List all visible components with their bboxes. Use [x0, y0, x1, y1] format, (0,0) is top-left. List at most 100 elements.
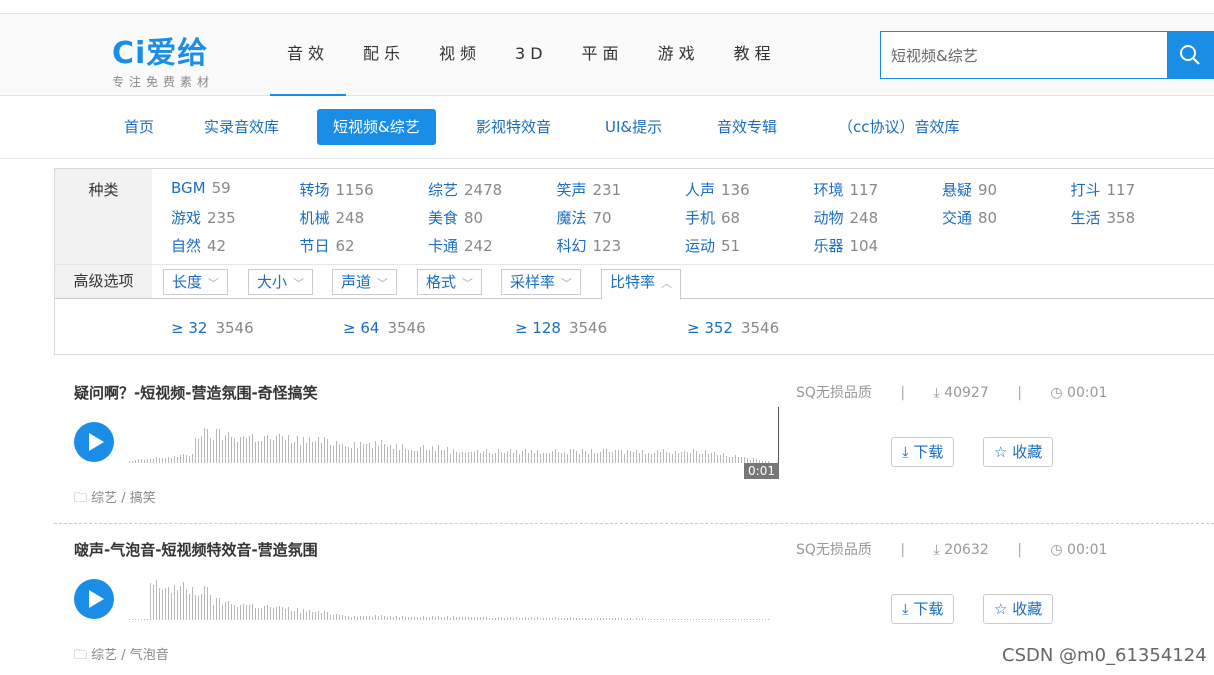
- waveform-bar: [150, 583, 151, 620]
- sample-rate-dropdown[interactable]: 采样率 ﹀: [501, 269, 582, 295]
- search-button[interactable]: [1167, 31, 1213, 79]
- download-button[interactable]: ⤓ 下载: [891, 594, 955, 624]
- waveform[interactable]: 0:01: [129, 407, 779, 479]
- play-button[interactable]: [74, 579, 114, 619]
- category-item[interactable]: 游戏 235: [171, 207, 236, 228]
- waveform-bar: [462, 452, 463, 463]
- bitrate-option-128[interactable]: ≥ 128 3546: [515, 319, 607, 337]
- duration: 00:01: [1067, 542, 1108, 558]
- sub-nav-cc-library[interactable]: （cc协议）音效库: [822, 109, 976, 145]
- bitrate-option-64[interactable]: ≥ 64 3546: [343, 319, 426, 337]
- waveform-bar: [279, 606, 280, 620]
- category-count: 80: [978, 209, 998, 227]
- format-dropdown[interactable]: 格式 ﹀: [417, 269, 483, 295]
- waveform-bar: [387, 617, 388, 620]
- waveform-bar: [456, 617, 457, 620]
- category-item[interactable]: 打斗 117: [1071, 179, 1136, 200]
- logo[interactable]: Ci爱给 专注免费素材: [112, 28, 214, 90]
- download-button[interactable]: ⤓ 下载: [891, 437, 955, 467]
- waveform-bar: [330, 445, 331, 463]
- waveform-bar: [552, 618, 553, 620]
- category-item[interactable]: 运动 51: [685, 235, 740, 256]
- bitrate-dropdown[interactable]: 比特率 ︿: [601, 269, 682, 300]
- category-item[interactable]: 生活 358: [1071, 207, 1136, 228]
- waveform-bar: [492, 454, 493, 463]
- category-item[interactable]: 机械 248: [300, 207, 365, 228]
- top-strip: [0, 0, 1214, 14]
- waveform-bar: [540, 454, 541, 463]
- sample-rate-dropdown-label: 采样率: [510, 273, 556, 291]
- waveform-bar: [384, 616, 385, 620]
- category-item[interactable]: 动物 248: [814, 207, 879, 228]
- waveform-bar: [342, 444, 343, 463]
- waveform-bar: [303, 609, 304, 620]
- category-item[interactable]: 转场 1156: [300, 179, 374, 200]
- category-item[interactable]: 乐器 104: [814, 235, 879, 256]
- category-item[interactable]: 自然 42: [171, 235, 226, 256]
- waveform-bar: [141, 459, 142, 463]
- waveform-bar: [663, 449, 664, 463]
- waveform-bar: [246, 438, 247, 463]
- sub-nav-field-recordings[interactable]: 实录音效库: [188, 109, 295, 145]
- waveform-bar: [570, 617, 571, 620]
- favorite-button[interactable]: ☆ 收藏: [983, 594, 1054, 624]
- main-nav-games[interactable]: 游戏: [641, 14, 717, 96]
- waveform-bar: [234, 605, 235, 620]
- length-dropdown[interactable]: 长度 ﹀: [163, 269, 229, 295]
- favorite-button[interactable]: ☆ 收藏: [983, 437, 1054, 467]
- waveform-bar: [495, 453, 496, 463]
- waveform-bar: [225, 435, 226, 463]
- track-tags[interactable]: 🗀 综艺 / 气泡音: [74, 644, 169, 668]
- category-item[interactable]: 节日 62: [300, 235, 355, 256]
- play-button[interactable]: [74, 422, 114, 462]
- waveform-bar: [288, 607, 289, 620]
- waveform-bar: [489, 618, 490, 620]
- sub-nav-ui-prompts[interactable]: UI&提示: [589, 109, 678, 145]
- category-item[interactable]: 手机 68: [685, 207, 740, 228]
- track-title[interactable]: 疑问啊？-短视频-营造氛围-奇怪搞笑: [74, 382, 318, 403]
- sub-nav-home[interactable]: 首页: [108, 109, 170, 145]
- search-input[interactable]: [881, 32, 1169, 78]
- track-title[interactable]: 啵声-气泡音-短视频特效音-营造氛围: [74, 539, 318, 560]
- size-dropdown[interactable]: 大小 ﹀: [248, 269, 314, 295]
- category-item[interactable]: 人声 136: [685, 179, 750, 200]
- category-item[interactable]: 笑声 231: [557, 179, 622, 200]
- main-nav-3d[interactable]: 3D: [498, 14, 565, 96]
- waveform-bar: [576, 451, 577, 463]
- main-nav-video[interactable]: 视频: [422, 14, 498, 96]
- waveform-bar: [675, 619, 676, 620]
- bitrate-option-32[interactable]: ≥ 32 3546: [171, 319, 254, 337]
- waveform-bar: [375, 441, 376, 463]
- category-item[interactable]: 魔法 70: [557, 207, 612, 228]
- category-item[interactable]: 环境 117: [814, 179, 879, 200]
- category-item[interactable]: 综艺 2478: [428, 179, 502, 200]
- waveform-bar: [573, 618, 574, 620]
- bitrate-option-352[interactable]: ≥ 352 3546: [687, 319, 779, 337]
- main-nav-sound-effects[interactable]: 音效: [270, 14, 347, 96]
- category-item[interactable]: 卡通 242: [428, 235, 493, 256]
- main-nav-tutorials[interactable]: 教程: [717, 14, 793, 96]
- waveform-bar: [528, 453, 529, 463]
- main-nav-music[interactable]: 配乐: [346, 14, 422, 96]
- waveform-bar: [204, 586, 205, 620]
- waveform-bar: [645, 454, 646, 463]
- category-item[interactable]: BGM 59: [171, 179, 231, 197]
- category-item[interactable]: 美食 80: [428, 207, 483, 228]
- waveform[interactable]: [129, 564, 779, 620]
- category-item[interactable]: 科幻 123: [557, 235, 622, 256]
- waveform-bar: [312, 442, 313, 463]
- track-tags[interactable]: 🗀 综艺 / 搞笑: [74, 487, 156, 511]
- waveform-bar: [534, 618, 535, 620]
- sub-nav-short-video[interactable]: 短视频&综艺: [317, 109, 436, 145]
- waveform-bar: [651, 619, 652, 620]
- category-item[interactable]: 交通 80: [942, 207, 997, 228]
- sub-nav-film-effects[interactable]: 影视特效音: [460, 109, 567, 145]
- sub-nav-albums[interactable]: 音效专辑: [701, 109, 793, 145]
- channel-dropdown[interactable]: 声道 ﹀: [332, 269, 398, 295]
- category-item[interactable]: 悬疑 90: [942, 179, 997, 200]
- main-nav-graphics[interactable]: 平面: [565, 14, 641, 96]
- waveform-bar: [195, 438, 196, 463]
- waveform-bar: [204, 428, 205, 463]
- waveform-bar: [372, 617, 373, 620]
- waveform-bar: [246, 605, 247, 620]
